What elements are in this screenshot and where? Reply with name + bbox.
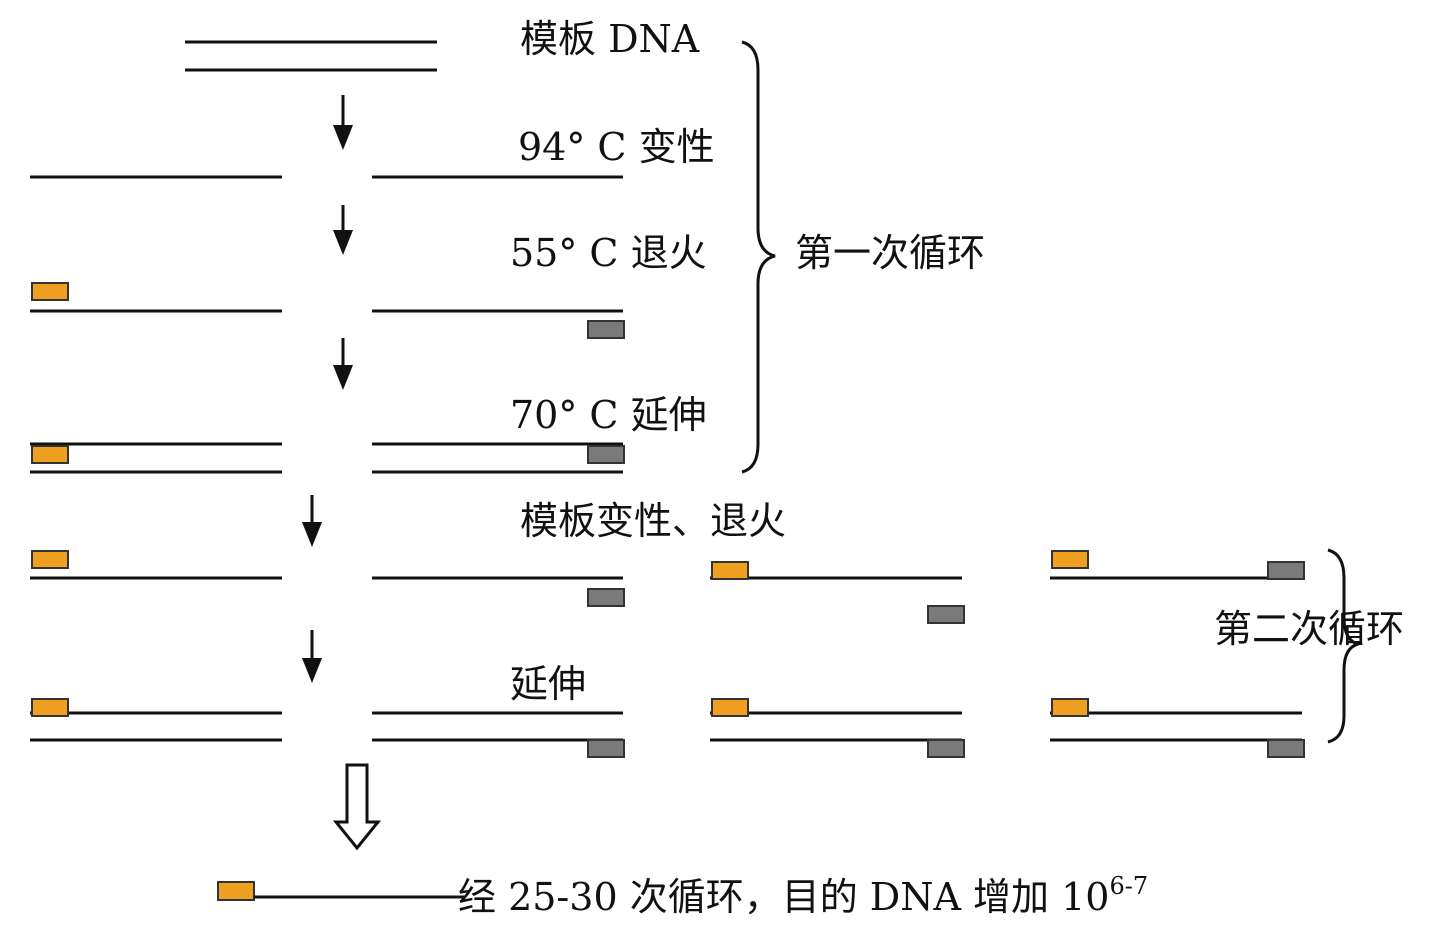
hollow-down-arrow — [332, 763, 382, 851]
primer-gray — [927, 605, 965, 624]
final-product — [217, 881, 465, 901]
label-template-denature-anneal: 模板变性、退火 — [520, 499, 786, 543]
primer-orange — [31, 550, 69, 569]
first-cycle-brace — [741, 40, 776, 474]
label-first-cycle: 第一次循环 — [795, 231, 985, 275]
annealed-strands — [30, 282, 625, 339]
cycle2-extended-row — [30, 698, 1305, 758]
template-dna-strands — [185, 40, 437, 72]
primer-orange — [31, 282, 69, 301]
cycle2-annealed-row — [30, 550, 1305, 624]
primer-gray — [927, 739, 965, 758]
label-anneal: 55° C 退火 — [510, 231, 707, 275]
primer-gray — [1267, 561, 1305, 580]
primer-orange — [1051, 550, 1089, 569]
primer-gray — [587, 739, 625, 758]
down-arrow-2 — [333, 205, 353, 255]
label-result: 经 25-30 次循环，目的 DNA 增加 106-7 — [458, 872, 1148, 919]
primer-gray — [1267, 739, 1305, 758]
extended-strands-cycle1 — [30, 442, 625, 474]
label-second-cycle: 第二次循环 — [1214, 607, 1404, 651]
primer-gray — [587, 588, 625, 607]
down-arrow-5 — [302, 630, 322, 683]
primer-orange — [217, 881, 255, 901]
label-extend: 70° C 延伸 — [510, 393, 707, 437]
result-exponent: 6-7 — [1109, 872, 1148, 900]
label-denature: 94° C 变性 — [518, 125, 715, 169]
primer-gray — [587, 445, 625, 464]
pcr-diagram: 模板 DNA 94° C 变性 55° C 退火 70° C 延伸 第一次循环 … — [30, 17, 1404, 919]
primer-orange — [711, 698, 749, 717]
primer-orange — [711, 561, 749, 580]
label-extend-2: 延伸 — [510, 662, 586, 706]
label-template-dna: 模板 DNA — [520, 17, 700, 61]
primer-orange — [31, 698, 69, 717]
primer-gray — [587, 320, 625, 339]
primer-orange — [31, 445, 69, 464]
down-arrow-4 — [302, 495, 322, 547]
down-arrow-1 — [333, 95, 353, 150]
down-arrow-3 — [333, 338, 353, 390]
primer-orange — [1051, 698, 1089, 717]
